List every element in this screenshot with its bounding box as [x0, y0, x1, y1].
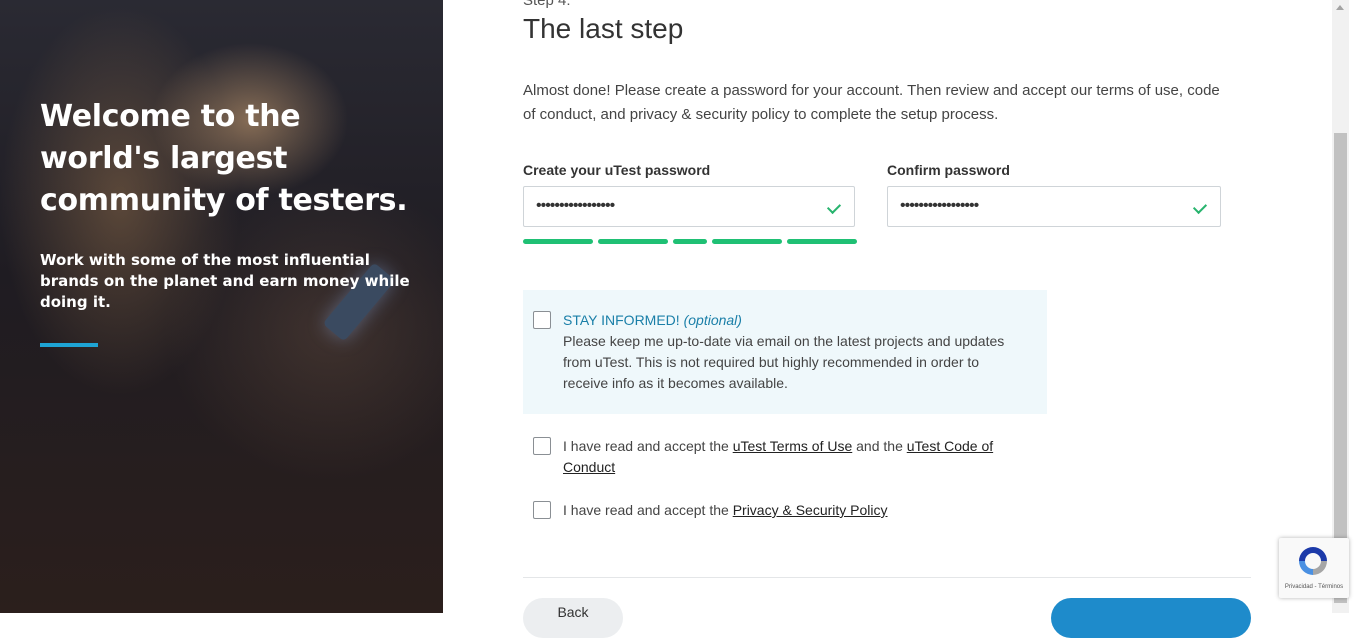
divider [523, 577, 1251, 578]
terms-checkbox[interactable] [533, 437, 551, 455]
signup-form: Step 4: The last step Almost done! Pleas… [443, 0, 1332, 638]
accent-bar [40, 343, 98, 347]
back-button[interactable]: Back [523, 598, 623, 638]
password-strength-meter [523, 239, 857, 244]
strength-segment [598, 239, 668, 244]
terms-text: I have read and accept the uTest Terms o… [563, 438, 994, 475]
strength-segment [673, 239, 707, 244]
scroll-up-arrow-icon[interactable] [1336, 5, 1344, 10]
check-icon [1192, 199, 1208, 215]
confirm-password-label: Confirm password [887, 162, 1010, 178]
complete-setup-button[interactable] [1051, 598, 1251, 638]
privacy-text: I have read and accept the Privacy & Sec… [563, 502, 888, 518]
recaptcha-badge[interactable]: Privacidad - Términos [1279, 538, 1349, 598]
strength-segment [523, 239, 593, 244]
stay-informed-checkbox[interactable] [533, 311, 551, 329]
step-label: Step 4: [523, 0, 571, 9]
check-icon [826, 199, 842, 215]
privacy-checkbox[interactable] [533, 501, 551, 519]
password-label: Create your uTest password [523, 162, 711, 178]
page-scrollbar[interactable] [1332, 0, 1349, 613]
recaptcha-icon [1299, 547, 1327, 575]
strength-segment [712, 239, 782, 244]
intro-text: Almost done! Please create a password fo… [523, 82, 1220, 123]
stay-informed-title: STAY INFORMED! (optional) [563, 312, 742, 328]
page-title: The last step [523, 13, 684, 44]
hero-heading: Welcome to the world's largest community… [40, 99, 408, 218]
password-field[interactable]: ••••••••••••••••• [523, 186, 855, 227]
hero-panel: Welcome to the world's largest community… [0, 0, 443, 613]
confirm-password-value: ••••••••••••••••• [900, 197, 979, 214]
password-value: ••••••••••••••••• [536, 197, 615, 214]
stay-informed-text: Please keep me up-to-date via email on t… [563, 333, 1005, 391]
optional-label: (optional) [683, 312, 742, 328]
scrollbar-thumb[interactable] [1334, 133, 1347, 603]
strength-segment [787, 239, 857, 244]
terms-of-use-link[interactable]: uTest Terms of Use [733, 438, 853, 454]
recaptcha-legal[interactable]: Privacidad - Términos [1279, 584, 1349, 590]
privacy-policy-link[interactable]: Privacy & Security Policy [733, 502, 888, 518]
hero-subtext: Work with some of the most influential b… [40, 251, 410, 311]
confirm-password-field[interactable]: ••••••••••••••••• [887, 186, 1221, 227]
